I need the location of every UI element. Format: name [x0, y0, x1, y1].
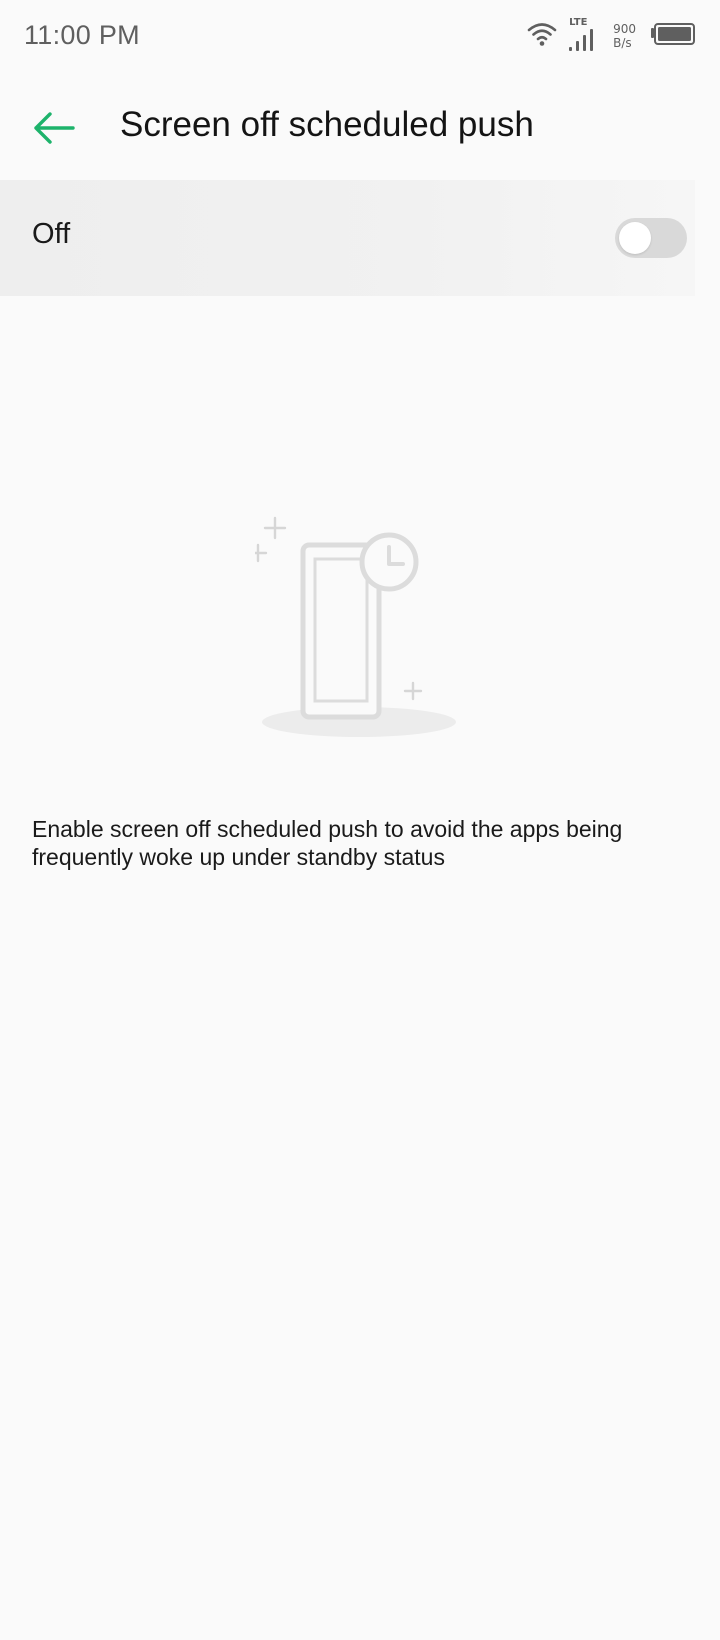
- status-bar: 11:00 PM LTE 900 B/s: [0, 0, 720, 74]
- back-button[interactable]: [24, 100, 84, 160]
- toggle-switch-knob: [619, 222, 651, 254]
- net-speed-unit: B/s: [613, 36, 632, 50]
- toggle-switch[interactable]: [615, 218, 687, 258]
- net-speed: 900 B/s: [613, 22, 636, 50]
- clock-icon: [359, 532, 419, 592]
- status-icons: LTE 900 B/s: [527, 16, 696, 56]
- signal-icon: LTE: [567, 17, 597, 53]
- net-speed-value: 900: [613, 22, 636, 36]
- screen: 11:00 PM LTE 900 B/s Screen off schedule…: [0, 0, 720, 1640]
- arrow-left-icon: [32, 111, 76, 150]
- app-bar: Screen off scheduled push: [0, 86, 720, 172]
- battery-icon: [650, 22, 696, 51]
- toggle-row[interactable]: Off: [0, 180, 695, 296]
- phone-with-clock-illustration: [248, 515, 465, 740]
- wifi-icon: [527, 21, 557, 52]
- toggle-label: Off: [32, 218, 71, 250]
- status-time: 11:00 PM: [24, 20, 140, 50]
- empty-state-description: Enable screen off scheduled push to avoi…: [32, 816, 623, 870]
- page-title: Screen off scheduled push: [120, 105, 534, 144]
